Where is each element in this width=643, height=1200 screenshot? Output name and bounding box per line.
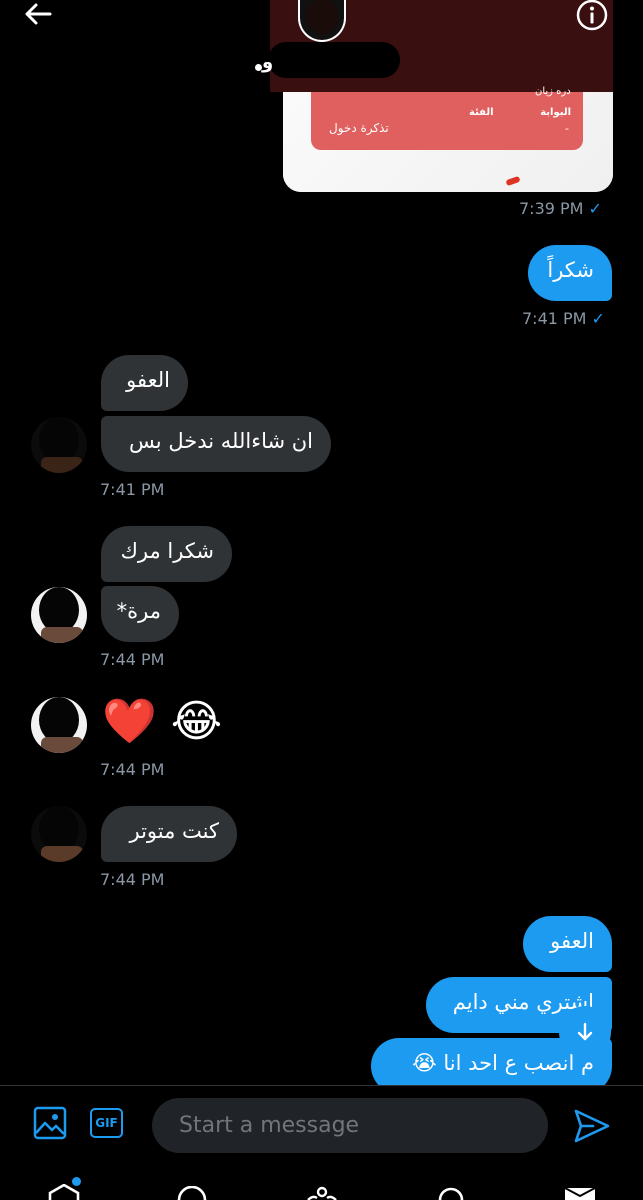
avatar[interactable]: [31, 587, 87, 643]
home-icon[interactable]: [47, 1184, 81, 1200]
image-icon: [33, 1106, 67, 1140]
sent-check-icon: ✓: [588, 199, 602, 218]
message-input-placeholder: Start a message: [179, 1113, 360, 1138]
info-icon: [576, 0, 608, 31]
message-timestamp: 7:44 PM: [100, 870, 165, 889]
arrow-left-icon: [25, 3, 52, 25]
outgoing-message[interactable]: شكراً: [528, 245, 612, 301]
message-timestamp: 7:44 PM: [100, 760, 165, 779]
message-timestamp: 7:41 PM ✓: [522, 309, 605, 328]
scroll-to-bottom-button[interactable]: [559, 1006, 611, 1058]
spaces-icon[interactable]: [305, 1186, 339, 1200]
incoming-message[interactable]: العفو: [101, 355, 188, 411]
header-dot: [255, 64, 262, 71]
incoming-message[interactable]: كنت متوتر: [101, 806, 237, 862]
incoming-message[interactable]: ان شاءالله ندخل بس: [101, 416, 331, 472]
ticket-category-value: تذكرة دخول: [329, 121, 389, 135]
add-media-button[interactable]: [33, 1106, 67, 1140]
gif-button[interactable]: GIF: [90, 1108, 127, 1142]
ticket-gate-label: البوابة: [540, 107, 571, 118]
outgoing-message[interactable]: العفو: [523, 916, 612, 972]
message-input[interactable]: Start a message: [152, 1098, 548, 1153]
emoji-message[interactable]: ❤️ 😂: [102, 700, 232, 752]
avatar[interactable]: [31, 417, 87, 473]
incoming-message[interactable]: شكرا مرك: [101, 526, 232, 582]
notifications-icon[interactable]: [436, 1186, 466, 1200]
info-button[interactable]: [575, 0, 609, 32]
message-timestamp: 7:39 PM ✓: [519, 199, 602, 218]
send-icon: [574, 1109, 610, 1143]
avatar[interactable]: [31, 697, 87, 753]
ticket-gate-value: -: [565, 122, 569, 135]
incoming-message[interactable]: مرة*: [101, 586, 179, 642]
header-name-redaction: [268, 42, 400, 78]
back-button[interactable]: [22, 0, 54, 30]
search-icon[interactable]: [176, 1186, 208, 1200]
avatar[interactable]: [31, 806, 87, 862]
message-timestamp: 7:41 PM: [100, 480, 165, 499]
arrow-down-icon: [577, 1022, 593, 1041]
ticket-category-label: الفئة: [469, 107, 494, 118]
ticket-card: دره زيان البوابة الفئة - تذكرة دخول: [311, 86, 583, 150]
header-name[interactable]: و: [262, 52, 273, 73]
message-timestamp: 7:44 PM: [100, 650, 165, 669]
gif-icon: GIF: [90, 1108, 123, 1138]
sent-check-icon: ✓: [591, 309, 605, 328]
ticket-top-text: دره زيان: [535, 86, 571, 97]
send-button[interactable]: [573, 1108, 611, 1144]
messages-icon[interactable]: [563, 1186, 597, 1200]
